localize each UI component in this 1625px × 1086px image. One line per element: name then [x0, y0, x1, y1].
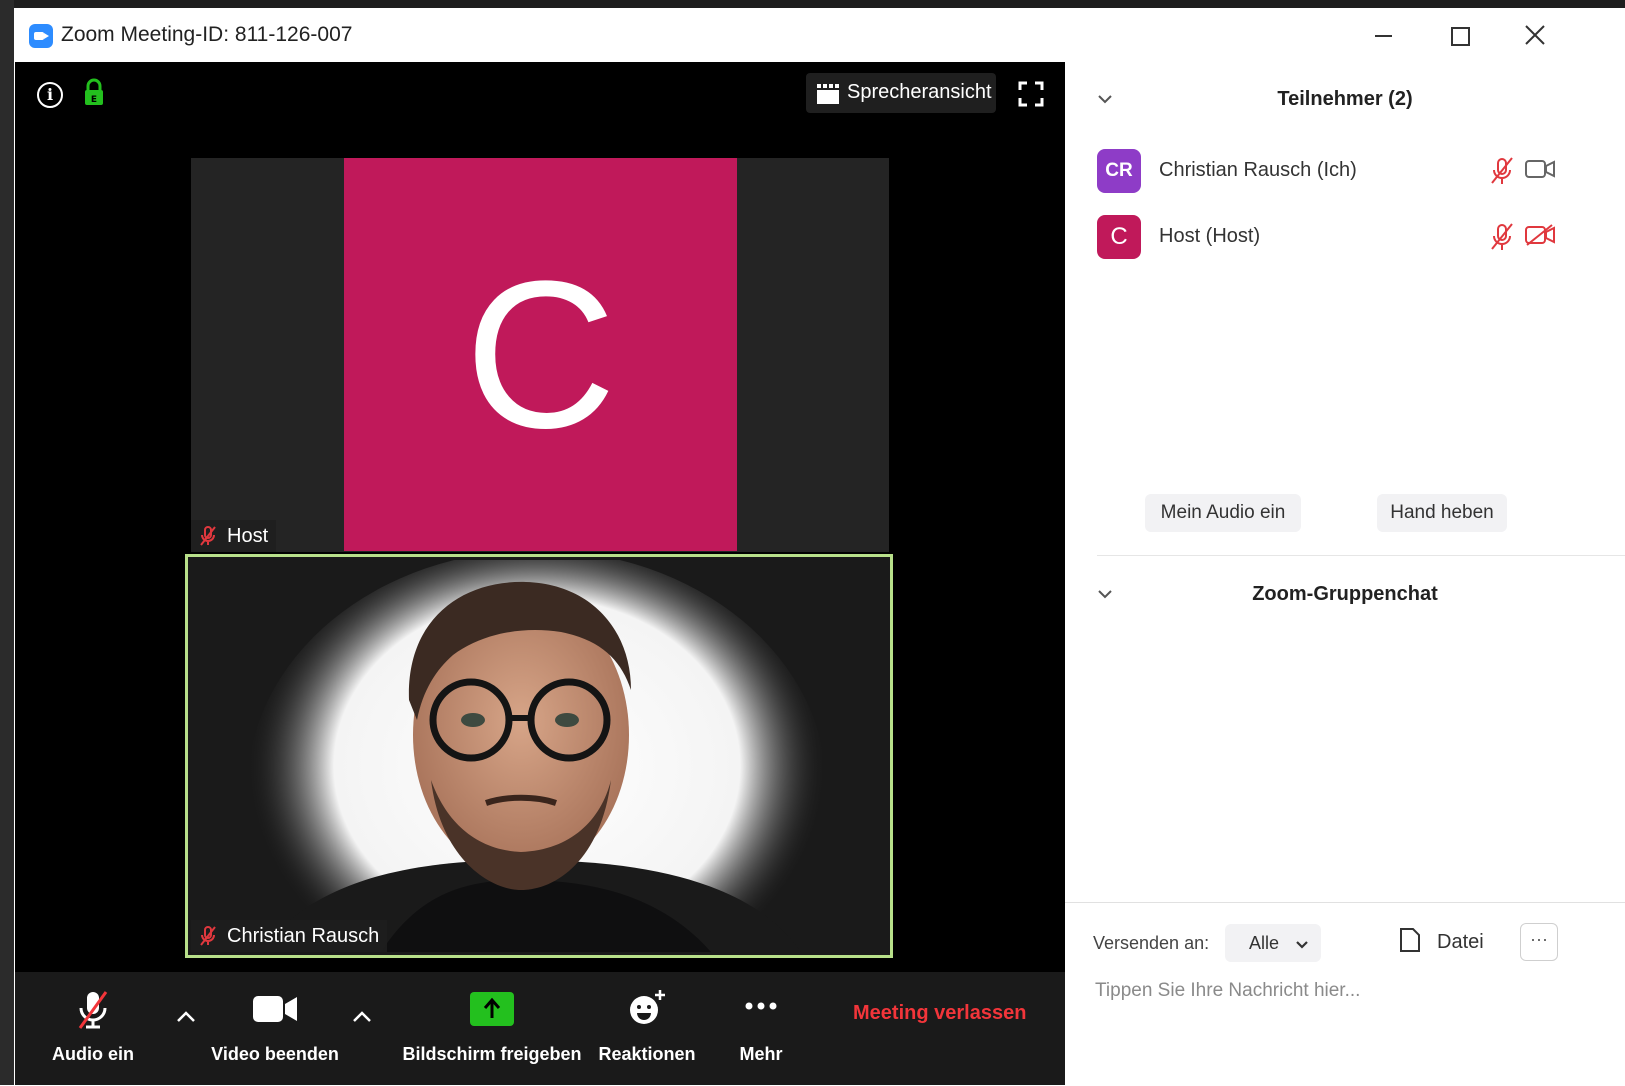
- host-name-text: Host: [227, 525, 269, 547]
- svg-text:E: E: [91, 95, 97, 105]
- unmute-my-audio-button[interactable]: Mein Audio ein: [1145, 494, 1301, 532]
- speaker-view-label: Sprecheransicht: [847, 81, 992, 103]
- file-icon: [1400, 928, 1420, 952]
- audio-label: Audio ein: [52, 1044, 134, 1064]
- chat-header: Zoom-Gruppenchat: [1065, 575, 1625, 615]
- audio-options-caret[interactable]: [173, 1006, 199, 1026]
- more-dots-icon: [745, 1002, 777, 1010]
- chat-more-button[interactable]: ···: [1520, 923, 1558, 961]
- zoom-app-icon: [29, 24, 53, 48]
- fullscreen-icon[interactable]: [1018, 81, 1044, 107]
- file-button[interactable]: Datei: [1399, 927, 1484, 959]
- muted-microphone-icon: [78, 991, 108, 1029]
- more-label: Mehr: [739, 1044, 783, 1064]
- reactions-label: Reaktionen: [598, 1044, 696, 1064]
- participant-row[interactable]: CR Christian Rausch (Ich): [1065, 146, 1625, 196]
- muted-mic-icon: [197, 525, 219, 557]
- reactions-emoji-icon: [630, 990, 665, 1024]
- speaker-view-button[interactable]: Sprecheransicht: [806, 73, 996, 113]
- recipient-value: Alle: [1249, 933, 1280, 953]
- host-avatar: C: [344, 158, 737, 551]
- raise-hand-button[interactable]: Hand heben: [1377, 494, 1507, 532]
- participants-title: Teilnehmer (2): [1277, 88, 1413, 110]
- host-name-label: Host: [191, 520, 277, 552]
- video-label: Video beenden: [211, 1044, 339, 1064]
- minimize-button[interactable]: [1363, 18, 1403, 52]
- more-button[interactable]: Mehr: [711, 972, 811, 1085]
- participant-avatar: CR: [1097, 149, 1141, 193]
- video-off-icon[interactable]: [1525, 224, 1555, 251]
- self-name-label: Christian Rausch: [191, 920, 388, 952]
- share-screen-icon: [470, 992, 514, 1026]
- video-camera-icon[interactable]: [1525, 158, 1555, 185]
- video-options-caret[interactable]: [349, 1006, 375, 1026]
- info-icon[interactable]: i: [37, 82, 63, 108]
- chat-message-input[interactable]: [1093, 975, 1597, 1007]
- close-button[interactable]: [1515, 18, 1555, 52]
- participant-row[interactable]: C Host (Host): [1065, 212, 1625, 262]
- screen-top-strip: [0, 0, 1625, 8]
- video-camera-icon: [253, 996, 297, 1022]
- muted-mic-icon: [197, 925, 219, 957]
- recipient-dropdown[interactable]: Alle: [1225, 924, 1321, 962]
- speaker-view-icon: [816, 83, 840, 111]
- meeting-video-area: i E Sprecheransicht C Host Christian Rau…: [15, 62, 1065, 1085]
- self-name-text: Christian Rausch: [227, 925, 380, 947]
- participants-header: Teilnehmer (2): [1065, 80, 1625, 120]
- reactions-button[interactable]: Reaktionen: [587, 972, 707, 1085]
- screen-left-edge: [0, 0, 14, 1085]
- title-bar: Zoom Meeting-ID: 811-126-007: [15, 8, 1625, 64]
- audio-button[interactable]: Audio ein: [33, 972, 153, 1085]
- file-label: Datei: [1437, 931, 1484, 953]
- video-button[interactable]: Video beenden: [205, 972, 345, 1085]
- share-screen-label: Bildschirm freigeben: [402, 1044, 582, 1064]
- section-divider: [1097, 555, 1625, 556]
- chat-composer: Versenden an: Alle Datei ···: [1065, 902, 1625, 1086]
- share-screen-button[interactable]: Bildschirm freigeben: [397, 972, 587, 1085]
- participant-name: Christian Rausch (Ich): [1159, 159, 1357, 181]
- participant-avatar: C: [1097, 215, 1141, 259]
- self-video-feed: [191, 560, 887, 952]
- meeting-toolbar: Audio ein Video beenden Bildschirm freig…: [15, 972, 1065, 1085]
- chat-title: Zoom-Gruppenchat: [1252, 583, 1438, 605]
- maximize-button[interactable]: [1439, 18, 1479, 52]
- participant-name: Host (Host): [1159, 225, 1261, 247]
- self-video-image: [191, 560, 887, 952]
- zoom-meeting-window: Zoom Meeting-ID: 811-126-007 i E Spreche…: [15, 8, 1625, 1086]
- leave-meeting-button[interactable]: Meeting verlassen: [853, 1002, 1026, 1025]
- close-icon: [1525, 25, 1545, 45]
- self-video-tile[interactable]: Christian Rausch: [185, 554, 893, 958]
- chevron-down-icon: [1295, 934, 1309, 955]
- send-to-label: Versenden an:: [1093, 933, 1210, 953]
- muted-mic-icon[interactable]: [1489, 156, 1515, 191]
- muted-mic-icon[interactable]: [1489, 222, 1515, 257]
- encryption-lock-icon[interactable]: E: [83, 78, 105, 106]
- host-video-tile[interactable]: C Host: [191, 158, 889, 552]
- window-title: Zoom Meeting-ID: 811-126-007: [61, 23, 353, 46]
- side-panel: Teilnehmer (2) CR Christian Rausch (Ich): [1065, 62, 1625, 1086]
